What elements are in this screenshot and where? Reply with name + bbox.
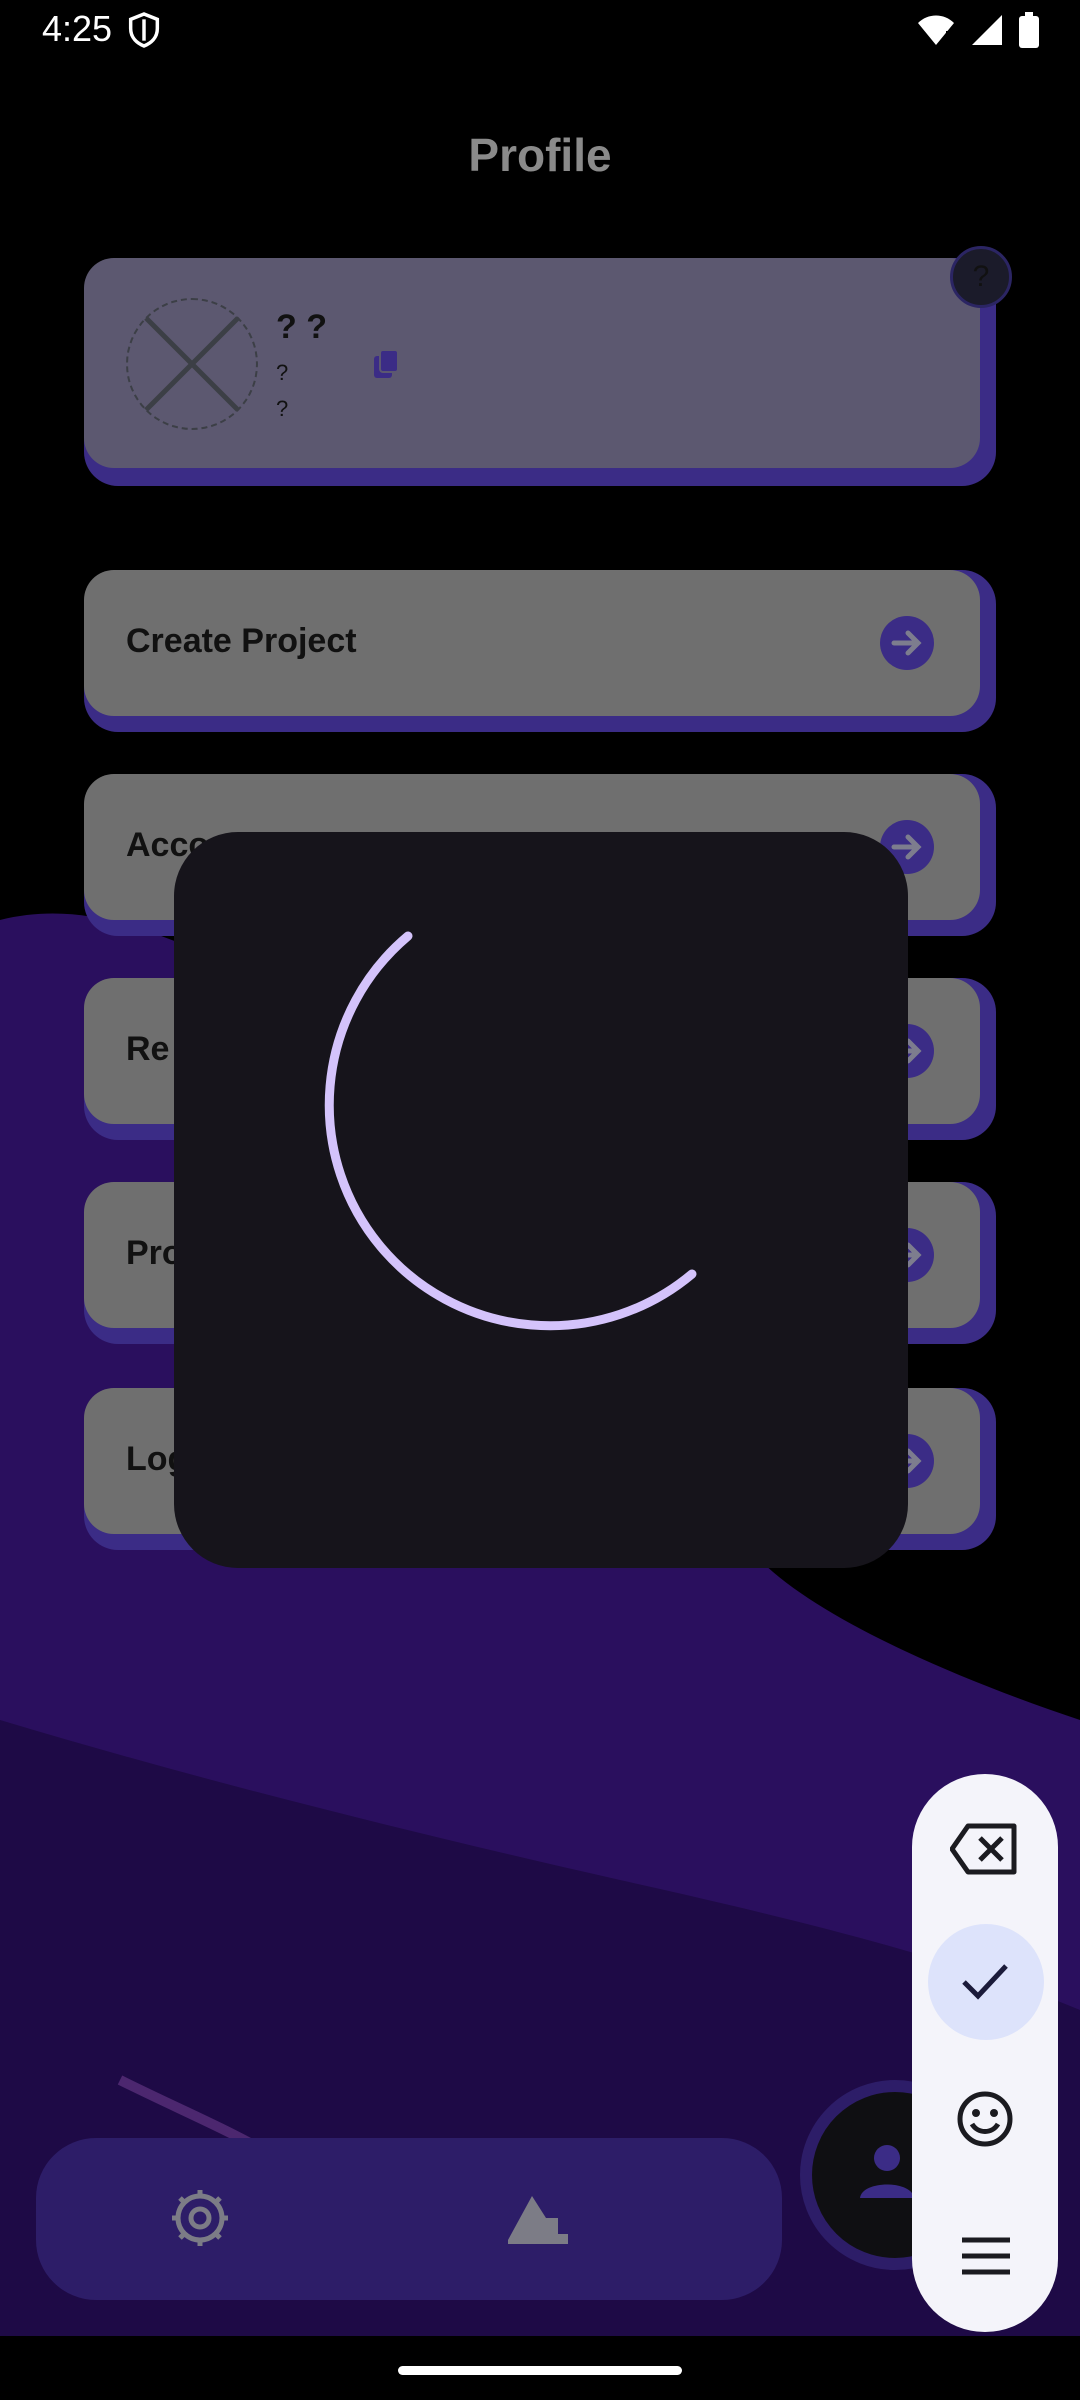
- copy-icon[interactable]: [372, 348, 400, 380]
- help-badge[interactable]: ?: [950, 246, 1012, 308]
- home-indicator[interactable]: [398, 2366, 682, 2375]
- signal-icon: [972, 15, 1002, 45]
- arrow-right-icon[interactable]: [880, 616, 934, 670]
- backspace-icon[interactable]: [950, 1822, 1020, 1876]
- projects-icon[interactable]: [506, 2188, 572, 2244]
- wifi-icon: [918, 15, 954, 45]
- profile-name: ? ?: [276, 308, 327, 346]
- broken-image-icon: [144, 316, 240, 412]
- page-title: Profile: [468, 129, 612, 181]
- status-bar: 4:25: [0, 0, 1080, 60]
- menu-label-create-project: Create Project: [126, 622, 357, 660]
- loading-dialog: [174, 832, 908, 1568]
- check-icon: [962, 1964, 1008, 2000]
- emoji-icon[interactable]: [956, 2090, 1014, 2148]
- shield-icon: [128, 12, 160, 48]
- profile-line-2: ?: [276, 396, 289, 421]
- loading-spinner: [324, 931, 697, 1331]
- profile-line-1: ?: [276, 360, 289, 385]
- bottom-nav: [36, 2138, 782, 2300]
- battery-icon: [1019, 12, 1039, 48]
- avatar: [126, 298, 258, 430]
- status-time: 4:25: [42, 8, 113, 49]
- status-icons: [916, 10, 1040, 50]
- menu-icon[interactable]: [960, 2236, 1012, 2276]
- menu-label-3: Re: [126, 1030, 170, 1068]
- settings-icon[interactable]: [168, 2186, 232, 2250]
